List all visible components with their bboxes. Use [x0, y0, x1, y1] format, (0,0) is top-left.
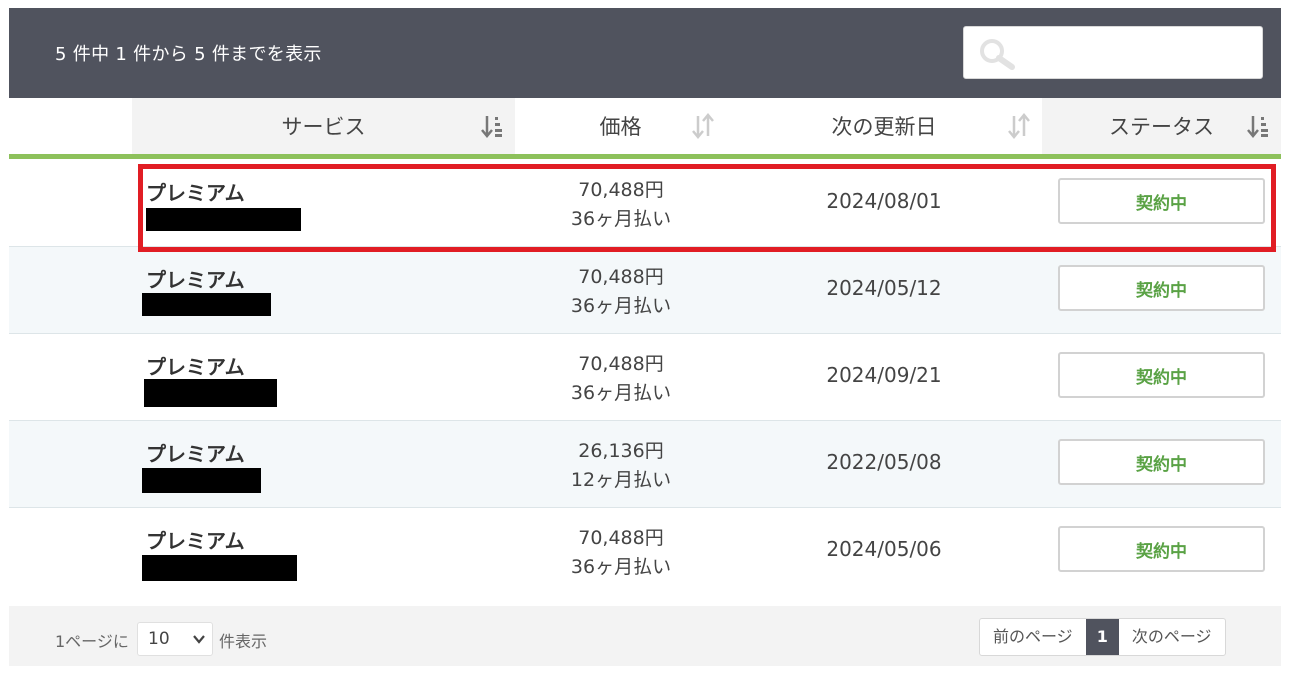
per-page-select[interactable]: 10	[137, 622, 213, 656]
redacted-text	[142, 468, 261, 493]
status-button[interactable]: 契約中	[1058, 439, 1265, 485]
next-renewal-date: 2024/05/12	[826, 276, 942, 300]
table-row: プレミアム 70,488円 36ヶ月払い 2024/05/12 契約中	[9, 247, 1281, 334]
table-row: プレミアム 26,136円 12ヶ月払い 2022/05/08 契約中	[9, 421, 1281, 508]
search-input[interactable]	[1022, 35, 1252, 71]
per-page-value: 10	[148, 629, 170, 649]
column-header-next-renewal[interactable]: 次の更新日	[726, 98, 1042, 154]
service-name: プレミアム	[146, 268, 245, 292]
price-amount: 70,488円	[578, 266, 664, 288]
payment-term: 36ヶ月払い	[570, 382, 672, 404]
status-button[interactable]: 契約中	[1058, 526, 1265, 572]
next-page-button[interactable]: 次のページ	[1119, 619, 1225, 655]
price-amount: 70,488円	[578, 353, 664, 375]
record-count-info: 5 件中 1 件から 5 件までを表示	[55, 44, 322, 65]
per-page-prefix: 1ページに	[55, 632, 129, 651]
column-header-status-label: ステータス	[1109, 115, 1214, 139]
sort-icon	[481, 116, 502, 138]
redacted-text	[144, 379, 277, 407]
price-cell: 26,136円 12ヶ月払い	[515, 437, 727, 495]
column-header-service[interactable]: サービス	[132, 98, 515, 154]
pagination: 前のページ 1 次のページ	[979, 618, 1226, 656]
payment-term: 12ヶ月払い	[570, 469, 672, 491]
table-footer: 1ページに 10 件表示 前のページ 1 次のページ	[9, 606, 1281, 666]
sort-icon	[1247, 116, 1268, 138]
table-row: プレミアム 70,488円 36ヶ月払い 2024/05/06 契約中	[9, 508, 1281, 595]
next-renewal-date: 2024/05/06	[826, 537, 942, 561]
service-name: プレミアム	[146, 529, 245, 553]
payment-term: 36ヶ月払い	[570, 556, 672, 578]
status-button[interactable]: 契約中	[1058, 352, 1265, 398]
sort-icon	[1008, 113, 1030, 139]
next-renewal-date: 2022/05/08	[826, 450, 942, 474]
per-page-suffix: 件表示	[219, 632, 268, 651]
search-box[interactable]	[963, 26, 1263, 79]
status-button[interactable]: 契約中	[1058, 265, 1265, 311]
table-header-bar: 5 件中 1 件から 5 件までを表示	[9, 8, 1281, 98]
service-name: プレミアム	[146, 442, 245, 466]
next-renewal-date: 2024/09/21	[826, 363, 942, 387]
page-1-button[interactable]: 1	[1085, 619, 1119, 655]
redacted-text	[142, 293, 271, 316]
price-amount: 70,488円	[578, 527, 664, 549]
price-cell: 70,488円 36ヶ月払い	[515, 350, 727, 408]
redacted-text	[142, 555, 297, 581]
sort-icon	[692, 113, 714, 139]
chevron-down-icon	[193, 635, 205, 644]
price-cell: 70,488円 36ヶ月払い	[515, 524, 727, 582]
price-cell: 70,488円 36ヶ月払い	[515, 263, 727, 321]
column-header-price[interactable]: 価格	[515, 98, 726, 154]
search-icon	[980, 39, 1015, 70]
service-name: プレミアム	[146, 355, 245, 379]
column-header-status[interactable]: ステータス	[1042, 98, 1281, 154]
table-row: プレミアム 70,488円 36ヶ月払い 2024/09/21 契約中	[9, 334, 1281, 421]
header-underline	[9, 154, 1281, 159]
prev-page-button[interactable]: 前のページ	[980, 619, 1086, 655]
column-header-price-label: 価格	[599, 115, 642, 139]
payment-term: 36ヶ月払い	[570, 295, 672, 317]
column-header-service-label: サービス	[281, 115, 366, 139]
highlight-box	[138, 164, 1276, 252]
price-amount: 26,136円	[578, 440, 664, 462]
column-header-next-renewal-label: 次の更新日	[831, 115, 937, 139]
